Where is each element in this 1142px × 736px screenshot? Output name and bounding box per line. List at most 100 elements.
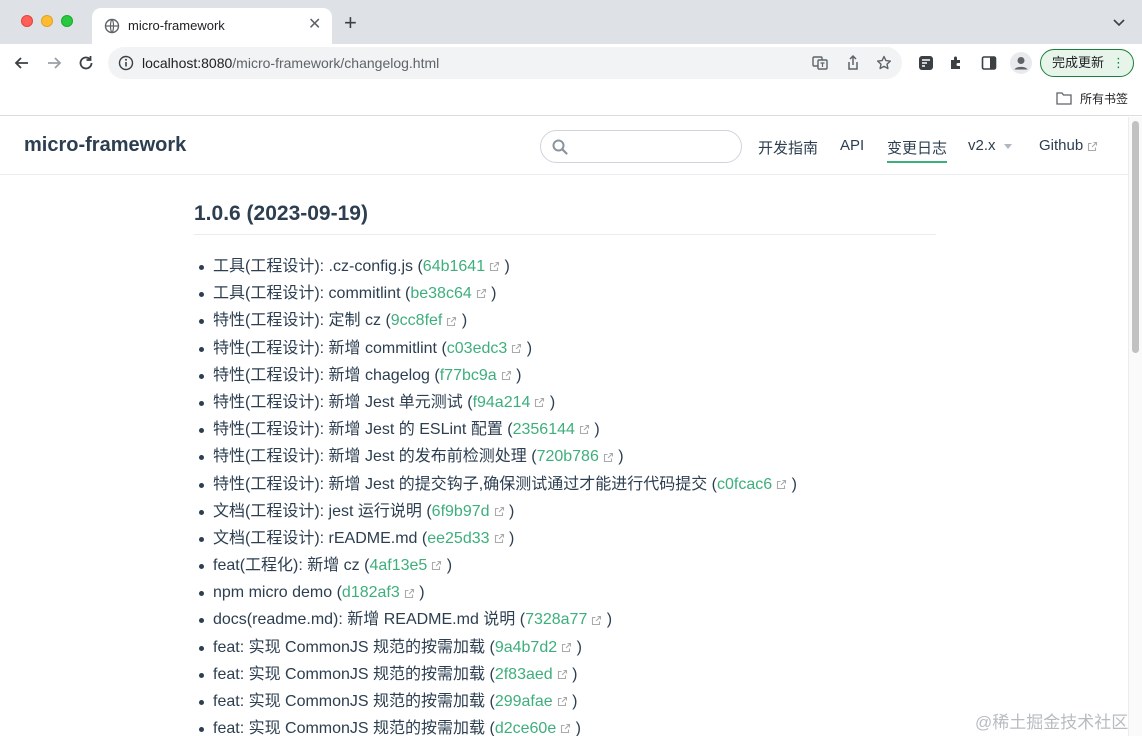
url-text: localhost:8080/micro-framework/changelog… [142, 55, 439, 71]
commit-hash-text: 2356144 [512, 421, 575, 439]
list-item: docs(readme.md): 新增 README.md 说明 (7328a7… [194, 606, 936, 633]
external-link-icon [490, 262, 500, 272]
entry-tail: ) [414, 584, 425, 602]
entry-tail: ) [613, 448, 624, 466]
entry-tail: ) [457, 312, 468, 330]
new-tab-icon[interactable]: + [344, 12, 357, 34]
external-link-icon [562, 642, 572, 652]
commit-hash-link[interactable]: c03edc3 [447, 340, 523, 357]
list-item: feat: 实现 CommonJS 规范的按需加载 (2f83aed ) [194, 661, 936, 688]
entry-tail: ) [511, 366, 522, 384]
maximize-window-button[interactable] [61, 15, 73, 27]
minimize-window-button[interactable] [41, 15, 53, 27]
commit-hash-link[interactable]: 9cc8fef [391, 312, 458, 329]
commit-hash-link[interactable]: 7328a77 [525, 611, 602, 628]
share-icon[interactable] [844, 54, 862, 72]
browser-tab[interactable]: micro-framework ✕ [92, 8, 332, 44]
all-bookmarks-link[interactable]: 所有书签 [1080, 90, 1128, 107]
site-navbar: micro-framework 开发指南 API 变更日志 v2.x Githu… [0, 117, 1128, 175]
commit-hash-link[interactable]: 9a4b7d2 [495, 639, 572, 656]
external-link-icon [557, 697, 567, 707]
commit-hash-link[interactable]: 720b786 [537, 448, 614, 465]
search-icon [552, 139, 568, 155]
external-link-icon [603, 452, 613, 462]
entry-tail: ) [589, 421, 600, 439]
commit-hash-link[interactable]: d2ce60e [495, 720, 571, 736]
bookmarks-bar: 所有书签 [0, 82, 1142, 116]
entry-text: feat: 实现 CommonJS 规范的按需加载 ( [213, 693, 495, 710]
commit-hash-link[interactable]: c0fcac6 [717, 476, 787, 493]
page-scrollbar[interactable] [1128, 117, 1142, 736]
nav-github-link[interactable]: Github [1039, 137, 1098, 154]
nav-api-link[interactable]: API [840, 137, 864, 154]
list-item: npm micro demo (d182af3 ) [194, 579, 936, 606]
search-input[interactable] [540, 130, 742, 163]
entry-tail: ) [504, 529, 515, 547]
bookmark-star-icon[interactable] [875, 54, 893, 72]
list-item: 文档(工程设计): rEADME.md (ee25d33 ) [194, 525, 936, 552]
commit-hash-link[interactable]: 2f83aed [495, 666, 568, 683]
external-link-icon [592, 615, 602, 625]
update-button[interactable]: 完成更新 ⋮ [1040, 49, 1134, 77]
commit-hash-text: 4af13e5 [369, 557, 428, 575]
list-item: 特性(工程设计): 新增 Jest 的发布前检测处理 (720b786 ) [194, 443, 936, 470]
entry-tail: ) [602, 611, 613, 629]
list-item: feat(工程化): 新增 cz (4af13e5 ) [194, 552, 936, 579]
commit-hash-link[interactable]: be38c64 [410, 285, 486, 302]
commit-hash-link[interactable]: f94a214 [473, 394, 546, 411]
back-arrow-icon[interactable] [12, 53, 32, 73]
external-link-icon [777, 479, 787, 489]
entry-text: 特性(工程设计): 新增 commitlint ( [213, 339, 447, 357]
translate-icon[interactable] [811, 54, 829, 72]
commit-hash-link[interactable]: 4af13e5 [369, 557, 442, 574]
forward-arrow-icon[interactable] [44, 53, 64, 73]
close-tab-icon[interactable]: ✕ [308, 17, 321, 33]
profile-avatar[interactable] [1010, 52, 1032, 74]
side-panel-icon[interactable] [980, 54, 998, 72]
commit-hash-link[interactable]: ee25d33 [427, 530, 504, 547]
update-button-label: 完成更新 [1052, 55, 1105, 70]
nav-guide-link[interactable]: 开发指南 [758, 137, 818, 158]
extensions-puzzle-icon[interactable] [948, 54, 966, 72]
commit-hash-link[interactable]: 64b1641 [423, 258, 500, 275]
external-link-icon [494, 506, 504, 517]
commit-hash-text: 9a4b7d2 [494, 638, 558, 656]
entry-tail: ) [787, 475, 797, 493]
external-link-icon [561, 724, 571, 734]
list-item: 特性(工程设计): 新增 commitlint (c03edc3 ) [194, 335, 936, 362]
globe-icon [104, 18, 120, 34]
commit-hash-text: 6f9b97d [431, 502, 490, 520]
entry-tail: ) [571, 720, 581, 736]
reload-icon[interactable] [76, 53, 96, 73]
entry-text: 文档(工程设计): rEADME.md ( [213, 529, 428, 547]
list-item: 工具(工程设计): .cz-config.js (64b1641 ) [194, 253, 936, 280]
commit-hash-link[interactable]: 6f9b97d [432, 503, 505, 520]
extension-app-icon[interactable] [917, 54, 935, 72]
commit-hash-text: 7328a77 [525, 611, 588, 629]
person-icon [1014, 57, 1028, 70]
commit-hash-text: 9cc8fef [390, 312, 443, 330]
chevron-down-icon[interactable] [1111, 14, 1127, 30]
browser-toolbar: localhost:8080/micro-framework/changelog… [0, 44, 1142, 82]
folder-icon [1056, 92, 1072, 105]
entry-text: 特性(工程设计): 新增 chagelog ( [213, 366, 440, 384]
commit-hash-link[interactable]: 2356144 [513, 421, 590, 438]
external-link-icon [494, 534, 504, 544]
site-title[interactable]: micro-framework [24, 134, 186, 157]
commit-hash-link[interactable]: d182af3 [342, 584, 415, 601]
external-link-icon [557, 670, 567, 680]
commit-hash-text: f77bc9a [439, 366, 497, 384]
version-dropdown[interactable]: v2.x [968, 137, 1012, 154]
site-info-icon[interactable] [118, 55, 134, 71]
commit-hash-text: 299afae [494, 693, 553, 710]
external-link-icon [1088, 141, 1098, 151]
close-window-button[interactable] [21, 15, 33, 27]
entry-text: 特性(工程设计): 新增 Jest 的发布前检测处理 ( [213, 448, 537, 466]
nav-changelog-link[interactable]: 变更日志 [887, 137, 948, 163]
entry-text: feat: 实现 CommonJS 规范的按需加载 ( [213, 638, 495, 656]
commit-hash-link[interactable]: f77bc9a [440, 367, 512, 384]
scrollbar-thumb[interactable] [1132, 121, 1139, 353]
address-bar[interactable]: localhost:8080/micro-framework/changelog… [108, 47, 902, 79]
commit-hash-link[interactable]: 299afae [495, 693, 568, 710]
entry-text: 特性(工程设计): 定制 cz ( [213, 312, 391, 330]
